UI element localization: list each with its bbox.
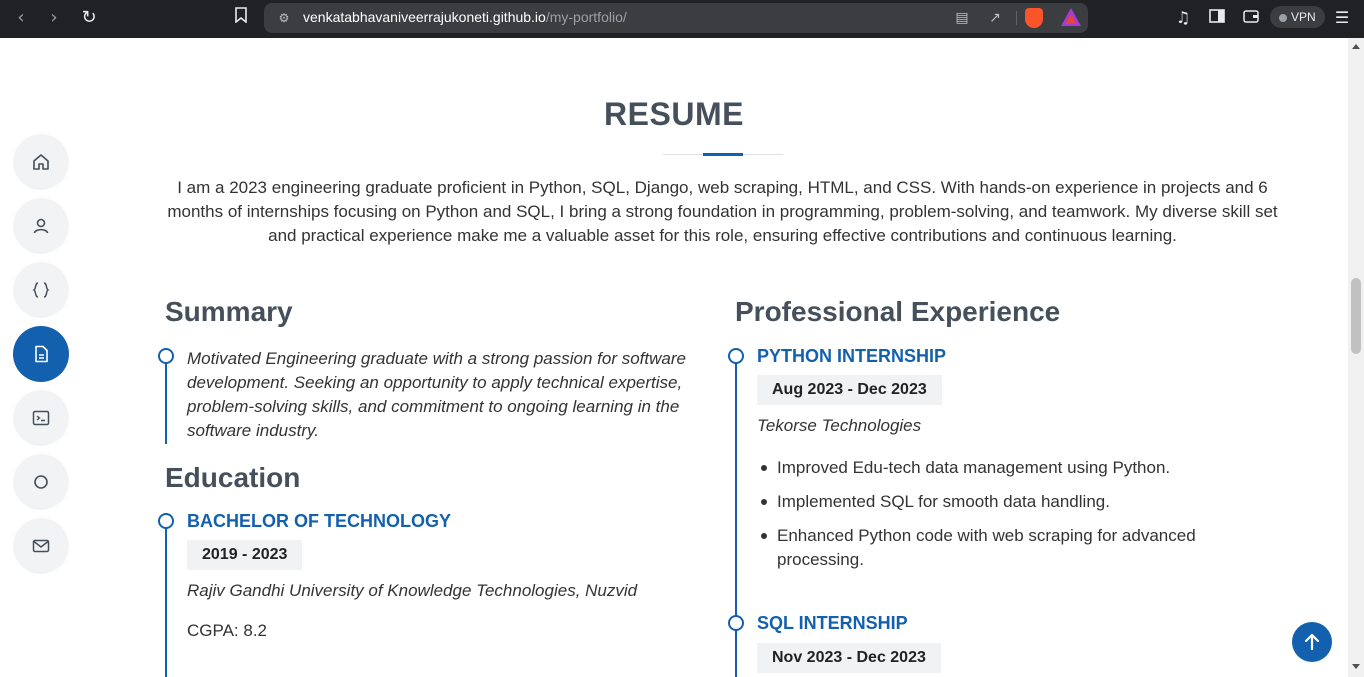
degree-title: BACHELOR OF TECHNOLOGY xyxy=(187,511,451,531)
timeline-dot xyxy=(728,615,744,631)
bookmark-icon[interactable] xyxy=(228,6,254,30)
vpn-button[interactable]: VPN xyxy=(1270,6,1325,28)
nav-projects-button[interactable] xyxy=(13,390,69,446)
browser-toolbar: ‹ › ↻ ⚙ venkatabhavaniveerrajukoneti.git… xyxy=(0,0,1364,38)
brave-rewards-icon[interactable] xyxy=(1061,8,1081,26)
vpn-label: VPN xyxy=(1291,10,1316,24)
nav-about-button[interactable] xyxy=(13,198,69,254)
timeline-dot xyxy=(158,513,174,529)
list-item: Enhanced Python code with web scraping f… xyxy=(757,524,1227,572)
section-title: RESUME xyxy=(604,96,744,132)
brave-shields-icon[interactable] xyxy=(1025,8,1043,28)
education-dates: 2019 - 2023 xyxy=(187,540,303,570)
scroll-up-arrow-icon[interactable] xyxy=(1352,44,1360,49)
sidebar-toggle-icon[interactable] xyxy=(1206,7,1228,29)
person-icon xyxy=(33,218,49,234)
summary-text: Motivated Engineering graduate with a st… xyxy=(187,349,686,440)
list-item: Implemented SQL for smooth data handling… xyxy=(757,490,1227,514)
nav-resume-button[interactable] xyxy=(13,326,69,382)
arrow-up-icon xyxy=(1304,633,1320,651)
share-icon[interactable]: ↗ xyxy=(985,8,1005,28)
divider xyxy=(1016,11,1017,25)
terminal-icon xyxy=(32,410,50,426)
url-text[interactable]: venkatabhavaniveerrajukoneti.github.io/m… xyxy=(303,9,627,25)
page-scrollbar[interactable] xyxy=(1348,38,1364,677)
circle-icon xyxy=(34,475,48,489)
nav-home-button[interactable] xyxy=(13,134,69,190)
job-duties-list: Improved Edu-tech data management using … xyxy=(757,456,1227,582)
nav-services-button[interactable] xyxy=(13,454,69,510)
job-dates: Aug 2023 - Dec 2023 xyxy=(757,375,942,405)
job-title: PYTHON INTERNSHIP xyxy=(757,346,947,366)
job-title: SQL INTERNSHIP xyxy=(757,613,908,633)
address-bar[interactable]: ⚙ venkatabhavaniveerrajukoneti.github.io… xyxy=(264,3,1088,33)
education-heading: Education xyxy=(165,462,301,493)
url-path: /my-portfolio/ xyxy=(545,9,627,25)
back-to-top-button[interactable] xyxy=(1292,622,1332,662)
list-item: Improved Edu-tech data management using … xyxy=(757,456,1227,480)
scroll-thumb[interactable] xyxy=(1351,278,1361,354)
braces-icon xyxy=(32,282,50,298)
site-settings-icon[interactable]: ⚙ xyxy=(276,10,292,26)
company-name: Tekorse Technologies xyxy=(757,416,922,435)
menu-icon[interactable]: ☰ xyxy=(1331,7,1353,29)
resume-intro: I am a 2023 engineering graduate profici… xyxy=(167,178,1278,245)
back-arrow-icon[interactable]: ‹ xyxy=(8,6,34,30)
summary-heading: Summary xyxy=(165,296,293,327)
file-icon xyxy=(35,345,48,363)
wallet-icon[interactable] xyxy=(1240,7,1262,29)
summary-timeline xyxy=(165,352,167,444)
reload-icon[interactable]: ↻ xyxy=(76,6,102,30)
institution-name: Rajiv Gandhi University of Knowledge Tec… xyxy=(187,581,638,600)
envelope-icon xyxy=(32,539,50,553)
job-dates: Nov 2023 - Dec 2023 xyxy=(757,643,941,673)
timeline-dot xyxy=(158,348,174,364)
cgpa-text: CGPA: 8.2 xyxy=(187,621,267,640)
timeline-dot xyxy=(728,348,744,364)
forward-arrow-icon[interactable]: › xyxy=(41,6,67,30)
media-icon[interactable]: ♫ xyxy=(1172,7,1194,29)
nav-contact-button[interactable] xyxy=(13,518,69,574)
scroll-down-arrow-icon[interactable] xyxy=(1352,664,1360,669)
home-icon xyxy=(33,154,49,170)
education-timeline xyxy=(165,518,167,677)
reader-mode-icon[interactable]: ▤ xyxy=(952,8,972,28)
vpn-status-dot xyxy=(1279,14,1287,22)
nav-skills-button[interactable] xyxy=(13,262,69,318)
url-host: venkatabhavaniveerrajukoneti.github.io xyxy=(303,9,546,25)
title-accent-bar xyxy=(703,153,743,156)
experience-heading: Professional Experience xyxy=(735,296,1061,327)
